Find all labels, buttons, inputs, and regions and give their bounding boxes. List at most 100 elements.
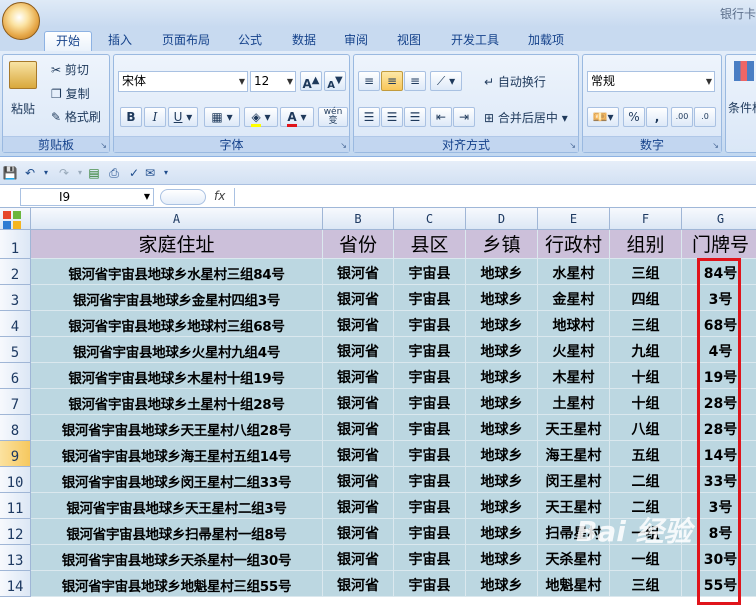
cell-e8[interactable]: 天王星村 bbox=[538, 415, 610, 441]
font-name-select[interactable]: 宋体 ▼ bbox=[118, 71, 248, 92]
cell-c14[interactable]: 宇宙县 bbox=[394, 571, 466, 597]
tab-developer[interactable]: 开发工具 bbox=[440, 31, 510, 51]
cell-b7[interactable]: 银河省 bbox=[323, 389, 394, 415]
cell-a14[interactable]: 银河省宇宙县地球乡地魁星村三组55号 bbox=[31, 571, 323, 597]
cell-a4[interactable]: 银河省宇宙县地球乡地球村三组68号 bbox=[31, 311, 323, 337]
tab-add-ins[interactable]: 加载项 bbox=[518, 31, 574, 51]
cell-b10[interactable]: 银河省 bbox=[323, 467, 394, 493]
cell-c10[interactable]: 宇宙县 bbox=[394, 467, 466, 493]
print-preview-icon[interactable]: ⎙ bbox=[106, 165, 122, 181]
cell-b4[interactable]: 银河省 bbox=[323, 311, 394, 337]
conditional-format-icon[interactable] bbox=[734, 61, 754, 81]
dialog-launcher-icon[interactable]: ↘ bbox=[340, 141, 347, 150]
customize-qat-icon[interactable]: ▾ bbox=[158, 165, 174, 181]
row-header-7[interactable]: 7 bbox=[0, 389, 31, 415]
font-color-button[interactable]: A ▾ bbox=[280, 107, 314, 127]
wrap-text-button[interactable]: ↵ 自动换行 bbox=[484, 73, 546, 90]
header-cell-g[interactable]: 门牌号 bbox=[682, 230, 756, 259]
cell-e5[interactable]: 火星村 bbox=[538, 337, 610, 363]
cell-b14[interactable]: 银河省 bbox=[323, 571, 394, 597]
conditional-format-button[interactable]: 条件格 bbox=[728, 99, 756, 116]
orientation-button[interactable]: ⟋ ▾ bbox=[430, 71, 462, 91]
row-header-2[interactable]: 2 bbox=[0, 259, 31, 285]
cell-a8[interactable]: 银河省宇宙县地球乡天王星村八组28号 bbox=[31, 415, 323, 441]
cell-b11[interactable]: 银河省 bbox=[323, 493, 394, 519]
cell-e4[interactable]: 地球村 bbox=[538, 311, 610, 337]
cell-b9[interactable]: 银河省 bbox=[323, 441, 394, 467]
cell-f2[interactable]: 三组 bbox=[610, 259, 682, 285]
cell-a5[interactable]: 银河省宇宙县地球乡火星村九组4号 bbox=[31, 337, 323, 363]
dialog-launcher-icon[interactable]: ↘ bbox=[712, 141, 719, 150]
column-header-c[interactable]: C bbox=[394, 208, 466, 230]
cell-d6[interactable]: 地球乡 bbox=[466, 363, 538, 389]
cell-b3[interactable]: 银河省 bbox=[323, 285, 394, 311]
header-cell-a[interactable]: 家庭住址 bbox=[31, 230, 323, 259]
row-header-4[interactable]: 4 bbox=[0, 311, 31, 337]
cell-a12[interactable]: 银河省宇宙县地球乡扫帚星村一组8号 bbox=[31, 519, 323, 545]
header-cell-e[interactable]: 行政村 bbox=[538, 230, 610, 259]
paste-button[interactable]: 粘贴 bbox=[11, 100, 35, 117]
cell-c3[interactable]: 宇宙县 bbox=[394, 285, 466, 311]
align-top-button[interactable]: ≡ bbox=[358, 71, 380, 91]
name-box[interactable]: I9 ▼ bbox=[20, 188, 154, 206]
shrink-font-button[interactable]: A▼ bbox=[324, 71, 346, 91]
tab-insert[interactable]: 插入 bbox=[100, 31, 140, 51]
office-button[interactable] bbox=[2, 2, 40, 229]
cell-f5[interactable]: 九组 bbox=[610, 337, 682, 363]
cell-c8[interactable]: 宇宙县 bbox=[394, 415, 466, 441]
cell-c6[interactable]: 宇宙县 bbox=[394, 363, 466, 389]
cell-d2[interactable]: 地球乡 bbox=[466, 259, 538, 285]
cell-a6[interactable]: 银河省宇宙县地球乡木星村十组19号 bbox=[31, 363, 323, 389]
cell-b6[interactable]: 银河省 bbox=[323, 363, 394, 389]
cell-b5[interactable]: 银河省 bbox=[323, 337, 394, 363]
cell-c4[interactable]: 宇宙县 bbox=[394, 311, 466, 337]
cell-e9[interactable]: 海王星村 bbox=[538, 441, 610, 467]
cell-b8[interactable]: 银河省 bbox=[323, 415, 394, 441]
phonetic-button[interactable]: wén 变 bbox=[318, 107, 348, 127]
save-icon[interactable]: 💾 bbox=[2, 165, 18, 181]
increase-decimal-button[interactable]: .00 bbox=[671, 107, 693, 127]
email-icon[interactable]: ✉ bbox=[142, 165, 158, 181]
row-header-11[interactable]: 11 bbox=[0, 493, 31, 519]
redo-icon[interactable]: ↷ bbox=[56, 165, 72, 181]
row-header-5[interactable]: 5 bbox=[0, 337, 31, 363]
cell-d13[interactable]: 地球乡 bbox=[466, 545, 538, 571]
header-cell-d[interactable]: 乡镇 bbox=[466, 230, 538, 259]
cell-e6[interactable]: 木星村 bbox=[538, 363, 610, 389]
row-header-8[interactable]: 8 bbox=[0, 415, 31, 441]
cell-e3[interactable]: 金星村 bbox=[538, 285, 610, 311]
row-header-12[interactable]: 12 bbox=[0, 519, 31, 545]
cell-f10[interactable]: 二组 bbox=[610, 467, 682, 493]
column-header-d[interactable]: D bbox=[466, 208, 538, 230]
cell-f4[interactable]: 三组 bbox=[610, 311, 682, 337]
tab-data[interactable]: 数据 bbox=[283, 31, 325, 51]
cell-d5[interactable]: 地球乡 bbox=[466, 337, 538, 363]
row-header-3[interactable]: 3 bbox=[0, 285, 31, 311]
cell-e10[interactable]: 闵王星村 bbox=[538, 467, 610, 493]
row-header-9[interactable]: 9 bbox=[0, 441, 31, 467]
cell-d8[interactable]: 地球乡 bbox=[466, 415, 538, 441]
grow-font-button[interactable]: A▲ bbox=[300, 71, 322, 91]
column-header-g[interactable]: G bbox=[682, 208, 756, 230]
cell-f8[interactable]: 八组 bbox=[610, 415, 682, 441]
cell-b2[interactable]: 银河省 bbox=[323, 259, 394, 285]
cell-a7[interactable]: 银河省宇宙县地球乡土星村十组28号 bbox=[31, 389, 323, 415]
cell-a3[interactable]: 银河省宇宙县地球乡金星村四组3号 bbox=[31, 285, 323, 311]
cell-a9[interactable]: 银河省宇宙县地球乡海王星村五组14号 bbox=[31, 441, 323, 467]
row-header-6[interactable]: 6 bbox=[0, 363, 31, 389]
formula-input[interactable] bbox=[234, 188, 754, 206]
increase-indent-button[interactable]: ⇥ bbox=[453, 107, 475, 127]
underline-button[interactable]: U ▾ bbox=[168, 107, 198, 127]
column-header-e[interactable]: E bbox=[538, 208, 610, 230]
cell-d9[interactable]: 地球乡 bbox=[466, 441, 538, 467]
cell-a11[interactable]: 银河省宇宙县地球乡天王星村二组3号 bbox=[31, 493, 323, 519]
number-format-select[interactable]: 常规 ▼ bbox=[587, 71, 715, 92]
formula-expand-handle[interactable] bbox=[160, 189, 206, 205]
dialog-launcher-icon[interactable]: ↘ bbox=[569, 141, 576, 150]
align-center-button[interactable]: ☰ bbox=[381, 107, 403, 127]
merge-center-button[interactable]: ⊞ 合并后居中 ▾ bbox=[484, 109, 568, 126]
decrease-indent-button[interactable]: ⇤ bbox=[430, 107, 452, 127]
cell-b12[interactable]: 银河省 bbox=[323, 519, 394, 545]
row-header-10[interactable]: 10 bbox=[0, 467, 31, 493]
cell-f3[interactable]: 四组 bbox=[610, 285, 682, 311]
